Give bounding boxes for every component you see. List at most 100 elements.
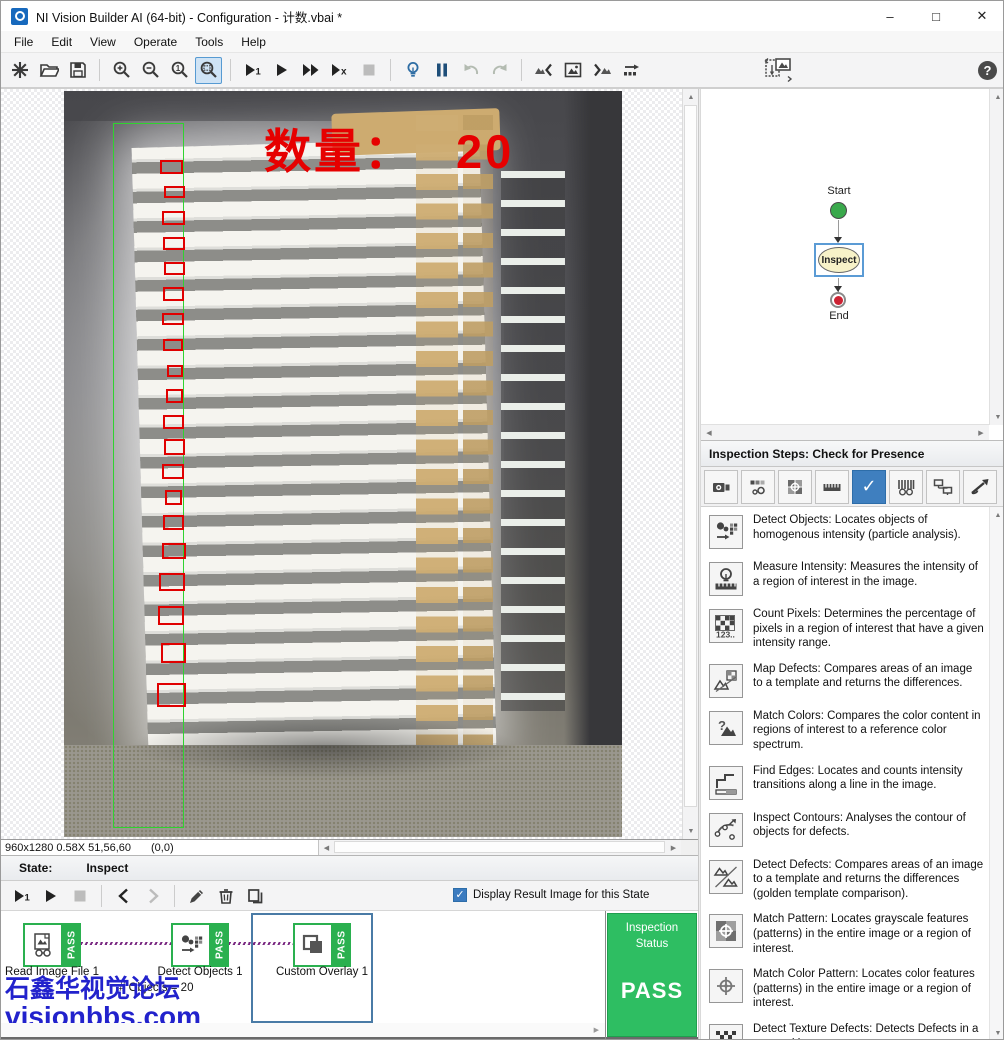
category-check-for-presence[interactable]: ✓ bbox=[852, 470, 886, 504]
diagram-horizontal-scrollbar[interactable]: ◀ ▶ bbox=[701, 424, 989, 440]
save-button[interactable] bbox=[64, 57, 91, 84]
image-vertical-scrollbar[interactable]: ▲ ▼ bbox=[682, 89, 698, 839]
delete-state-button[interactable] bbox=[212, 882, 239, 909]
close-button[interactable]: ✕ bbox=[959, 1, 1004, 31]
step-item-match-pattern[interactable]: Match Pattern: Locates grayscale feature… bbox=[701, 906, 1004, 961]
scroll-up-icon[interactable]: ▲ bbox=[990, 507, 1004, 523]
step-item-map-defects[interactable]: Map Defects: Compares areas of an image … bbox=[701, 656, 1004, 703]
open-button[interactable] bbox=[35, 57, 62, 84]
category-additional-tools[interactable] bbox=[963, 470, 997, 504]
scroll-down-icon[interactable]: ▼ bbox=[990, 409, 1004, 425]
inspection-steps-header: Inspection Steps: Check for Presence bbox=[701, 441, 1004, 467]
category-locate-features[interactable] bbox=[778, 470, 812, 504]
minimize-button[interactable]: – bbox=[867, 1, 913, 31]
identify-parts-icon bbox=[896, 477, 916, 497]
zoom-in-button[interactable] bbox=[108, 57, 135, 84]
steps-canvas[interactable]: # Objects = 20 石鑫华视觉论坛 visionbbs.com ▶ I… bbox=[1, 911, 698, 1039]
menu-file[interactable]: File bbox=[5, 32, 42, 52]
step-item-detect-defects[interactable]: Detect Defects: Compares areas of an ima… bbox=[701, 852, 1004, 907]
step-item-description: Match Colors: Compares the color content… bbox=[753, 709, 985, 753]
scroll-right-icon[interactable]: ▶ bbox=[666, 840, 681, 855]
duplicate-state-button[interactable] bbox=[241, 882, 268, 909]
run-inspection-button[interactable] bbox=[268, 57, 295, 84]
scroll-left-icon[interactable]: ◀ bbox=[319, 840, 334, 855]
scroll-right-icon[interactable]: ▶ bbox=[973, 425, 989, 441]
run-continuous-button[interactable] bbox=[297, 57, 324, 84]
zoom-to-fit-button[interactable] bbox=[195, 57, 222, 84]
detected-object-box bbox=[166, 389, 183, 403]
start-node[interactable] bbox=[830, 202, 847, 219]
end-node[interactable] bbox=[830, 292, 846, 308]
image-horizontal-scrollbar[interactable]: ◀ ▶ bbox=[319, 840, 681, 855]
category-measure-features[interactable] bbox=[815, 470, 849, 504]
inspect-state-node[interactable]: Inspect bbox=[814, 243, 864, 277]
run-state-once-button[interactable]: 1 bbox=[8, 882, 35, 909]
list-vertical-scrollbar[interactable]: ▲ ▼ bbox=[989, 507, 1004, 1040]
new-button[interactable] bbox=[6, 57, 33, 84]
menu-operate[interactable]: Operate bbox=[125, 32, 186, 52]
canvas-horizontal-scrollbar[interactable]: ▶ bbox=[1, 1023, 605, 1037]
zoom-1-1-button[interactable]: 1 bbox=[166, 57, 193, 84]
current-image-button[interactable] bbox=[559, 57, 586, 84]
nav-back-button[interactable] bbox=[110, 882, 137, 909]
scrollbar-thumb[interactable] bbox=[684, 105, 697, 807]
switch-interface-button[interactable] bbox=[764, 57, 791, 84]
inspection-image: 数量：20 bbox=[64, 91, 622, 837]
category-enhance-images[interactable] bbox=[741, 470, 775, 504]
maximize-button[interactable]: □ bbox=[913, 1, 959, 31]
category-communicate[interactable] bbox=[926, 470, 960, 504]
run-inspection-once-button[interactable]: 1 bbox=[239, 57, 266, 84]
display-result-checkbox[interactable]: ✓ bbox=[453, 888, 467, 902]
step-item-description: Find Edges: Locates and counts intensity… bbox=[753, 764, 985, 793]
step-item-measure-intensity[interactable]: Measure Intensity: Measures the intensit… bbox=[701, 554, 1004, 601]
detected-object-box bbox=[163, 237, 185, 250]
step-item-find-edges[interactable]: Find Edges: Locates and counts intensity… bbox=[701, 758, 1004, 805]
pause-button[interactable] bbox=[428, 57, 455, 84]
step-block-label: Custom Overlay 1 bbox=[276, 966, 368, 978]
step-block-detect-objects-step[interactable]: PASS bbox=[171, 923, 229, 967]
diagram-vertical-scrollbar[interactable]: ▲ ▼ bbox=[989, 89, 1004, 425]
image-display-area[interactable]: 数量：20 bbox=[1, 89, 682, 839]
step-item-match-color-pattern[interactable]: Match Color Pattern: Locates color featu… bbox=[701, 961, 1004, 1016]
zoom-to-fit-icon bbox=[199, 60, 219, 80]
image-sequence-icon bbox=[621, 60, 641, 80]
highlight-bulb-button[interactable] bbox=[399, 57, 426, 84]
state-diagram-panel[interactable]: Start Inspect End ▲ ▼ ◀ ▶ bbox=[701, 89, 1004, 441]
edit-state-button[interactable] bbox=[183, 882, 210, 909]
detected-object-box bbox=[164, 186, 185, 198]
scroll-left-icon[interactable]: ◀ bbox=[701, 425, 717, 441]
previous-image-button[interactable] bbox=[530, 57, 557, 84]
image-sequence-button[interactable] bbox=[617, 57, 644, 84]
category-identify-parts[interactable] bbox=[889, 470, 923, 504]
step-item-inspect-contours[interactable]: Inspect Contours: Analyses the contour o… bbox=[701, 805, 1004, 852]
step-item-match-colors[interactable]: ? Match Colors: Compares the color conten… bbox=[701, 703, 1004, 758]
scrollbar-thumb[interactable] bbox=[334, 841, 665, 853]
scroll-up-icon[interactable]: ▲ bbox=[683, 89, 699, 105]
run-state-button[interactable] bbox=[37, 882, 64, 909]
step-item-detect-texture-defects[interactable]: Detect Texture Defects: Detects Defects … bbox=[701, 1016, 1004, 1040]
scroll-up-icon[interactable]: ▲ bbox=[990, 89, 1004, 105]
menu-edit[interactable]: Edit bbox=[42, 32, 81, 52]
image-info: 960x1280 0.58X 51,56,60 bbox=[5, 842, 131, 854]
category-acquire-images[interactable] bbox=[704, 470, 738, 504]
match-colors-icon: ? bbox=[709, 711, 743, 745]
step-block-custom-overlay[interactable]: PASS bbox=[293, 923, 351, 967]
toolbar-separator bbox=[174, 885, 175, 907]
toolbar-separator bbox=[230, 59, 231, 81]
zoom-out-button[interactable] bbox=[137, 57, 164, 84]
help-icon[interactable]: ? bbox=[978, 61, 997, 80]
run-until-failure-button[interactable]: x bbox=[326, 57, 353, 84]
menu-tools[interactable]: Tools bbox=[186, 32, 232, 52]
step-item-count-pixels[interactable]: 123..Count Pixels: Determines the percen… bbox=[701, 601, 1004, 656]
next-image-button[interactable] bbox=[588, 57, 615, 84]
menu-help[interactable]: Help bbox=[232, 32, 275, 52]
menu-view[interactable]: View bbox=[81, 32, 125, 52]
scroll-down-icon[interactable]: ▼ bbox=[990, 1025, 1004, 1040]
scroll-right-icon[interactable]: ▶ bbox=[594, 1026, 599, 1034]
step-block-read-image-file[interactable]: PASS bbox=[23, 923, 81, 967]
previous-image-icon bbox=[534, 60, 554, 80]
run-until-failure-icon: x bbox=[330, 60, 350, 80]
step-item-detect-objects[interactable]: Detect Objects: Locates objects of homog… bbox=[701, 507, 1004, 554]
toolbar-separator bbox=[101, 885, 102, 907]
scroll-down-icon[interactable]: ▼ bbox=[683, 823, 699, 839]
